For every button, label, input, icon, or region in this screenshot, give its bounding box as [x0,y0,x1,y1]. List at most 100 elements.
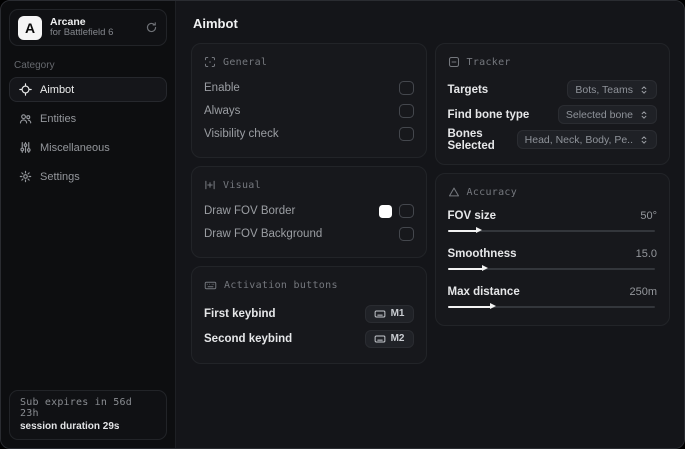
sub-expires-text: Sub expires in 56d 23h [20,397,132,419]
select-value: Head, Neck, Body, Pe.. [524,133,633,146]
enable-checkbox[interactable] [398,81,414,95]
tracker-icon [448,56,460,68]
main-panel: Aimbot General Enable Always Visibility … [177,1,684,448]
sidebar-item-label: Entities [40,112,77,125]
slider-value: 50° [640,209,657,222]
setting-label: Smoothness [447,247,517,260]
slider-thumb[interactable] [482,265,489,271]
app-window: A Arcane for Battlefield 6 Category Aimb… [0,0,685,449]
draw-fov-background-checkbox[interactable] [398,227,414,241]
card-title: Visual [223,179,261,191]
sidebar-item-entities[interactable]: Entities [9,106,167,131]
fov-border-color-swatch[interactable] [378,204,392,218]
first-keybind-button[interactable]: M1 [364,304,414,323]
setting-label: Draw FOV Background [204,228,323,240]
setting-label: First keybind [204,307,276,320]
app-header: A Arcane for Battlefield 6 [9,9,167,46]
setting-label: Find bone type [447,108,530,121]
second-keybind-button[interactable]: M2 [364,329,414,348]
slider-row: FOV size 50° [447,207,658,235]
setting-row: Visibility check [204,123,414,145]
slider-value: 15.0 [635,247,657,260]
setting-label: Always [204,105,241,117]
card-title: Accuracy [466,186,518,198]
setting-row: First keybind M1 [204,301,414,326]
sidebar-nav: Aimbot Entities Miscellaneous Settings [1,77,175,189]
sidebar-item-aimbot[interactable]: Aimbot [9,77,167,102]
session-duration-text: session duration 29s [20,421,120,432]
scan-icon [204,56,216,68]
keybind-value: M1 [390,308,405,319]
setting-label: Max distance [447,285,520,298]
keyboard-icon [204,279,217,292]
subscription-card: Sub expires in 56d 23h session duration … [9,390,167,440]
slider-fill [447,267,484,270]
page-title: Aimbot [193,16,238,31]
fov-size-slider[interactable] [447,226,658,235]
slider-fill [447,229,477,232]
targets-select[interactable]: Bots, Teams [567,80,657,99]
visibility-check-checkbox[interactable] [398,127,414,141]
general-card: General Enable Always Visibility check [191,43,427,158]
category-label: Category [14,60,55,71]
slider-row: Smoothness 15.0 [447,245,658,273]
sliders-icon [19,141,32,154]
gear-icon [19,170,32,183]
setting-row: Draw FOV Background [204,223,414,245]
setting-label: FOV size [447,209,497,222]
sidebar-item-settings[interactable]: Settings [9,164,167,189]
left-column: General Enable Always Visibility check V… [191,43,427,364]
setting-label: Draw FOV Border [204,205,296,217]
setting-label: Bones Selected [447,127,495,152]
keyboard-icon [374,333,386,345]
max-distance-slider[interactable] [447,302,658,311]
setting-row: Always [204,100,414,122]
keyboard-icon [374,308,386,320]
draw-fov-border-checkbox[interactable] [398,204,414,218]
setting-label: Second keybind [204,332,293,345]
smoothness-slider[interactable] [447,264,658,273]
card-title: General [223,56,268,68]
sidebar-item-miscellaneous[interactable]: Miscellaneous [9,135,167,160]
setting-row: Second keybind M2 [204,326,414,351]
setting-label: Visibility check [204,128,279,140]
select-value: Bots, Teams [575,83,633,96]
select-value: Selected bone [565,108,633,121]
card-title: Activation buttons [224,280,338,291]
sidebar-item-label: Aimbot [40,83,75,96]
refresh-icon[interactable] [145,21,158,34]
slider-thumb[interactable] [475,227,482,233]
unfold-icon [639,110,649,120]
crosshair-icon [19,83,32,96]
entities-icon [19,112,32,125]
card-title: Tracker [466,56,511,68]
setting-row: Find bone type Selected bone [447,102,657,127]
sidebar: A Arcane for Battlefield 6 Category Aimb… [1,1,176,448]
triangle-icon [448,186,460,198]
keybind-value: M2 [390,333,405,344]
setting-label: Enable [204,82,240,94]
slider-thumb[interactable] [490,303,497,309]
visual-card: Visual Draw FOV Border Draw FOV Backgrou… [191,166,427,258]
accuracy-card: Accuracy FOV size 50° Smoothness 15.0 Ma… [434,173,670,326]
slider-value: 250m [629,285,657,298]
app-logo: A [18,15,42,40]
sidebar-item-label: Settings [40,170,80,183]
setting-row: Targets Bots, Teams [447,77,657,102]
right-column: Tracker Targets Bots, Teams Find bone ty… [434,43,670,326]
bones-selected-select[interactable]: Head, Neck, Body, Pe.. [516,130,657,149]
app-subtitle: for Battlefield 6 [50,27,114,39]
setting-label: Targets [447,83,489,96]
find-bone-type-select[interactable]: Selected bone [557,105,657,124]
activation-card: Activation buttons First keybind M1 Seco… [191,266,427,364]
setting-row: Bones Selected Head, Neck, Body, Pe.. [447,127,657,152]
slider-fill [447,305,492,308]
setting-row: Enable [204,77,414,99]
always-checkbox[interactable] [398,104,414,118]
tracker-card: Tracker Targets Bots, Teams Find bone ty… [434,43,670,165]
sidebar-item-label: Miscellaneous [40,141,110,154]
unfold-icon [639,135,649,145]
setting-row: Draw FOV Border [204,200,414,222]
slider-row: Max distance 250m [447,283,658,311]
unfold-icon [639,85,649,95]
